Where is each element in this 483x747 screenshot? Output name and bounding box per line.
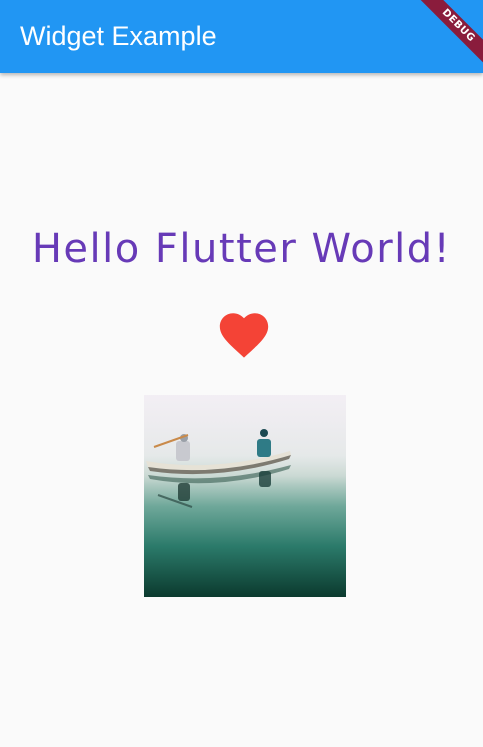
main-content: Hello Flutter World!: [0, 73, 483, 747]
debug-banner-label: DEBUG: [413, 0, 483, 70]
app-bar: Widget Example: [0, 0, 483, 73]
app-bar-title: Widget Example: [20, 21, 217, 51]
canoe-photo: [144, 395, 346, 597]
debug-banner: DEBUG: [413, 0, 483, 70]
heart-icon: [219, 313, 269, 358]
headline-text: Hello Flutter World!: [31, 226, 452, 272]
